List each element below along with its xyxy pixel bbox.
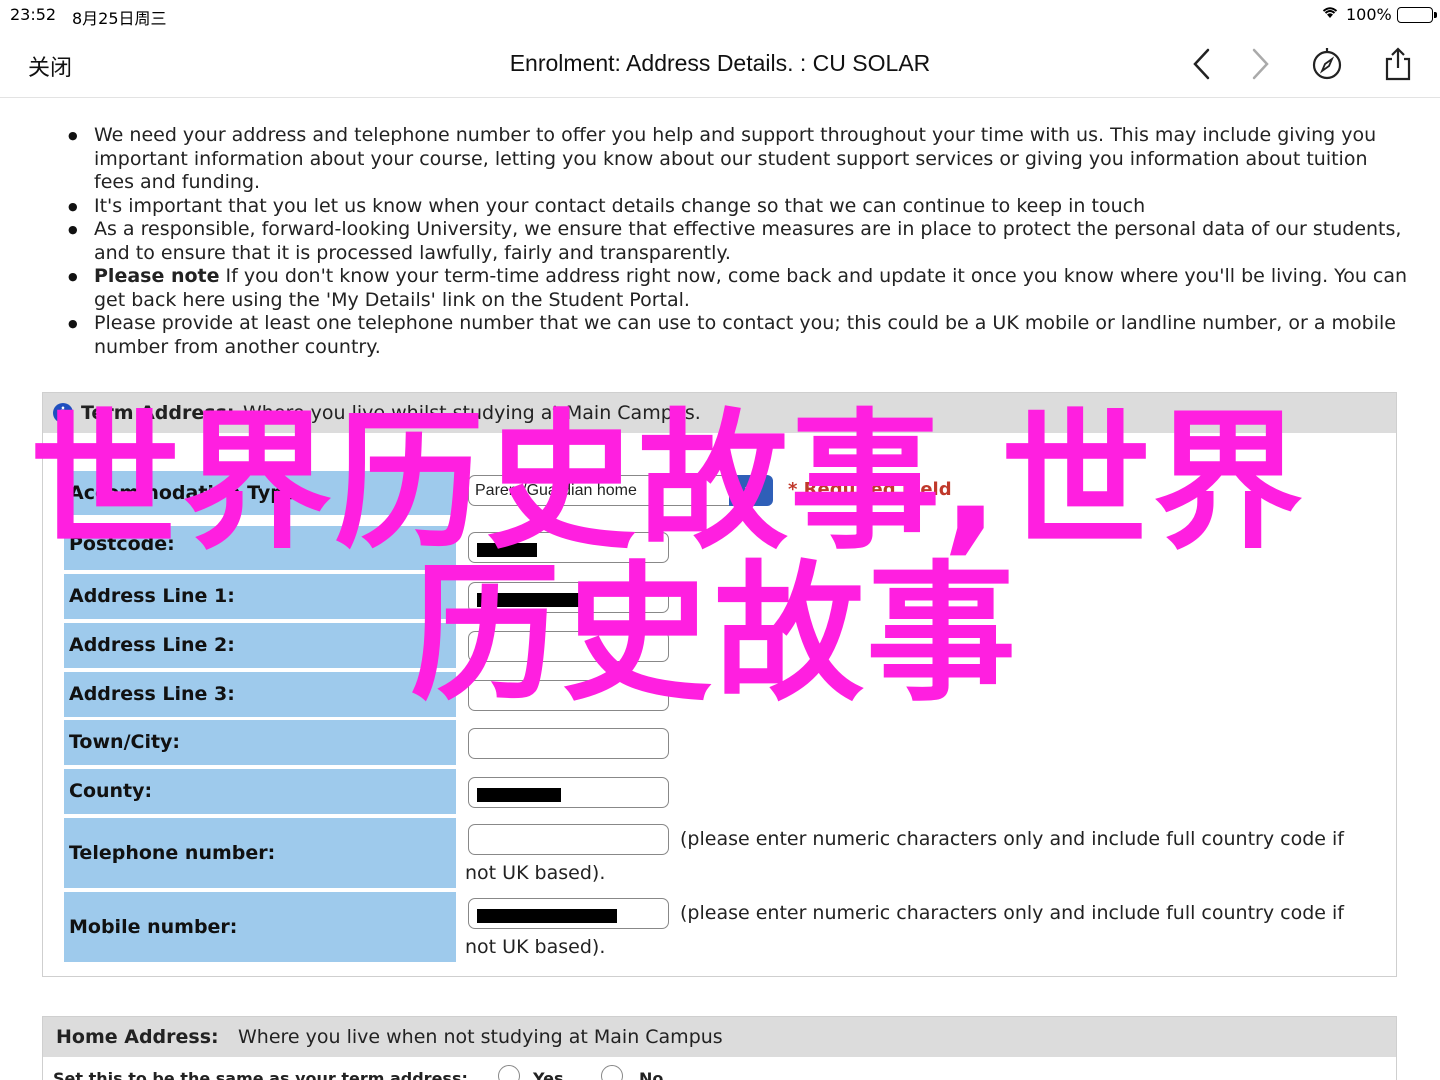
town-label: Town/City:: [64, 720, 456, 765]
address3-label: Address Line 3:: [64, 672, 456, 717]
no-radio[interactable]: [601, 1065, 623, 1080]
page-title: Enrolment: Address Details. : CU SOLAR: [509, 50, 931, 76]
battery-percent: 100%: [1346, 5, 1392, 24]
address1-label: Address Line 1:: [64, 574, 456, 619]
back-arrow-icon[interactable]: [1184, 46, 1220, 82]
telephone-label: Telephone number:: [64, 818, 456, 888]
bullet-item: We need your address and telephone numbe…: [68, 124, 1408, 195]
home-address-panel: Home Address: Where you live when not st…: [42, 1016, 1397, 1080]
home-address-heading: Home Address:: [56, 1026, 219, 1048]
yes-label: Yes: [533, 1069, 564, 1080]
battery-icon: [1397, 7, 1437, 23]
compass-icon[interactable]: [1309, 46, 1345, 82]
yes-radio[interactable]: [498, 1065, 520, 1080]
telephone-hint: (please enter numeric characters only an…: [465, 828, 1344, 884]
status-date: 8月25日周三: [72, 9, 167, 28]
watermark-line-1: 世界历史故事,世界: [30, 396, 1305, 570]
mobile-label: Mobile number:: [64, 892, 456, 962]
forward-arrow-icon[interactable]: [1242, 46, 1278, 82]
bullet-item: It's important that you let us know when…: [68, 195, 1408, 219]
county-label: County:: [64, 769, 456, 814]
county-input[interactable]: [468, 777, 669, 808]
watermark-line-2: 历史故事: [410, 548, 1019, 722]
share-icon[interactable]: [1380, 46, 1416, 82]
wifi-icon: [1320, 4, 1340, 24]
same-address-question: Set this to be the same as your term add…: [53, 1069, 468, 1080]
bullet-item: Please provide at least one telephone nu…: [68, 312, 1408, 359]
home-address-header: Home Address: Where you live when not st…: [43, 1017, 1396, 1057]
home-address-description: Where you live when not studying at Main…: [238, 1026, 723, 1048]
bullet-item: Please note If you don't know your term-…: [68, 265, 1408, 312]
status-time: 23:52: [10, 5, 57, 24]
status-bar: 23:52 8月25日周三 100%: [0, 0, 1440, 30]
bullet-item: As a responsible, forward-looking Univer…: [68, 218, 1408, 265]
intro-bullets: We need your address and telephone numbe…: [68, 124, 1408, 359]
town-input[interactable]: [468, 728, 669, 759]
mobile-hint: (please enter numeric characters only an…: [465, 902, 1344, 958]
nav-bar: 关闭 Enrolment: Address Details. : CU SOLA…: [0, 30, 1440, 98]
address2-label: Address Line 2:: [64, 623, 456, 668]
no-label: No: [639, 1069, 664, 1080]
